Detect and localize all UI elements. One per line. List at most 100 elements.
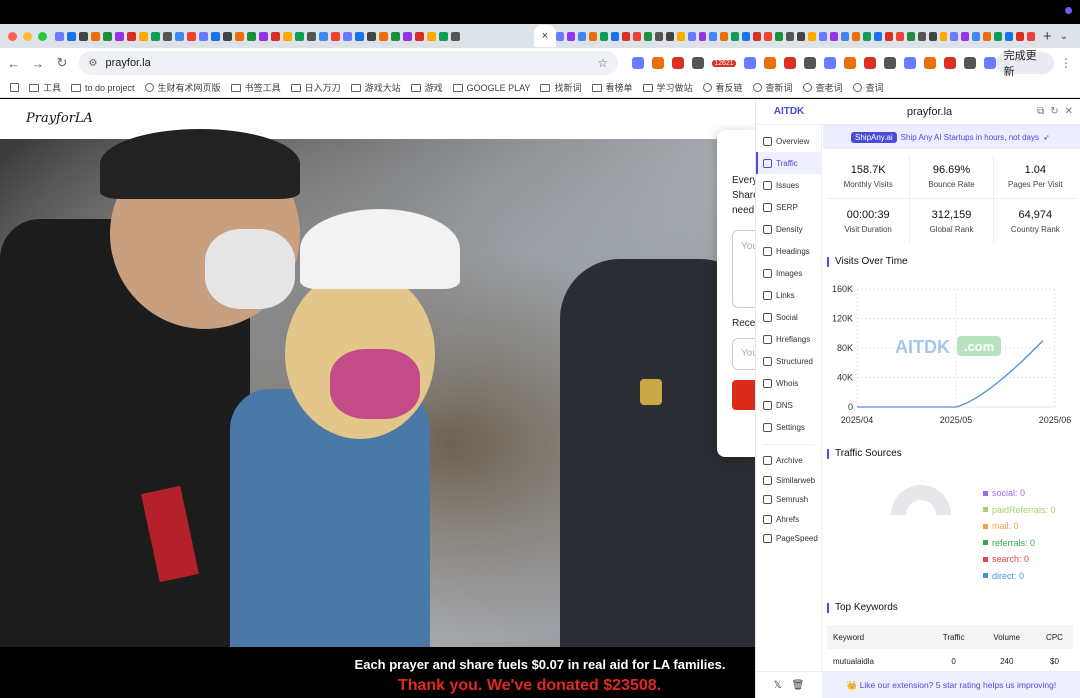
tab-favicon-icon[interactable]	[829, 31, 838, 41]
close-window-button[interactable]	[8, 31, 17, 41]
nav-item-dns[interactable]: DNS	[756, 394, 821, 416]
tab-favicon-icon[interactable]	[753, 31, 762, 41]
tab-favicon-icon[interactable]	[271, 31, 280, 41]
site-logo[interactable]: PrayforLA	[26, 111, 93, 126]
tab-favicon-icon[interactable]	[67, 31, 76, 41]
tab-favicon-icon[interactable]	[259, 31, 268, 41]
tab-search-icon[interactable]: ⌄	[1060, 31, 1068, 42]
tab-favicon-icon[interactable]	[687, 31, 696, 41]
extension-icon[interactable]	[923, 57, 936, 69]
minimize-window-button[interactable]	[23, 31, 32, 41]
x-twitter-icon[interactable]: 𝕏	[774, 680, 782, 691]
tab-favicon-icon[interactable]	[742, 31, 751, 41]
tab-favicon-icon[interactable]	[731, 31, 740, 41]
tab-favicon-icon[interactable]	[127, 31, 136, 41]
tab-favicon-icon[interactable]	[415, 31, 424, 41]
rating-prompt[interactable]: 👑 Like our extension? 5 star rating help…	[822, 671, 1080, 698]
bookmark-item[interactable]: 游戏	[410, 81, 443, 94]
tab-favicon-icon[interactable]	[994, 31, 1003, 41]
nav-item-headings[interactable]: Headings	[756, 240, 821, 262]
extension-icon[interactable]	[843, 57, 856, 69]
tab-favicon-icon[interactable]	[223, 31, 232, 41]
tab-favicon-icon[interactable]	[79, 31, 88, 41]
extension-icon[interactable]	[883, 57, 896, 69]
extension-icon[interactable]	[803, 57, 816, 69]
promo-banner[interactable]: ShipAny.ai Ship Any AI Startups in hours…	[823, 125, 1080, 149]
tab-favicon-icon[interactable]	[917, 31, 926, 41]
tab-favicon-icon[interactable]	[355, 31, 364, 41]
tab-favicon-icon[interactable]	[283, 31, 292, 41]
tab-favicon-icon[interactable]	[199, 31, 208, 41]
tab-favicon-icon[interactable]	[331, 31, 340, 41]
popout-icon[interactable]: ⧉	[1037, 106, 1044, 117]
legend-item[interactable]: paidReferrals: 0	[983, 502, 1056, 519]
extension-icon[interactable]	[863, 57, 876, 69]
tab-favicon-icon[interactable]	[972, 31, 981, 41]
tab-favicon-icon[interactable]	[764, 31, 773, 41]
tab-favicon-icon[interactable]	[632, 31, 641, 41]
tab-favicon-icon[interactable]	[427, 31, 436, 41]
extension-icon[interactable]	[983, 57, 996, 69]
legend-item[interactable]: referrals: 0	[983, 535, 1056, 552]
extension-icon[interactable]	[763, 57, 776, 69]
tab-favicon-icon[interactable]	[187, 31, 196, 41]
bookmark-item[interactable]: 看榜单	[591, 81, 633, 94]
tab-favicon-icon[interactable]	[709, 31, 718, 41]
tab-favicon-icon[interactable]	[665, 31, 674, 41]
tab-favicon-icon[interactable]	[775, 31, 784, 41]
tab-favicon-icon[interactable]	[391, 31, 400, 41]
tab-favicon-icon[interactable]	[786, 31, 795, 41]
nav-item-hreflangs[interactable]: Hreflangs	[756, 328, 821, 350]
tab-favicon-icon[interactable]	[1027, 31, 1035, 41]
forward-icon[interactable]: →	[27, 56, 48, 71]
tab-favicon-icon[interactable]	[840, 31, 849, 41]
extension-icon[interactable]	[783, 57, 796, 69]
extension-icon[interactable]	[672, 57, 685, 69]
bookmark-item[interactable]: 日入万刀	[290, 81, 341, 94]
tab-favicon-icon[interactable]	[895, 31, 904, 41]
tab-favicon-icon[interactable]	[884, 31, 893, 41]
nav-item-overview[interactable]: Overview	[756, 130, 821, 152]
bookmark-item[interactable]: GOOGLE PLAY	[452, 83, 530, 93]
table-row[interactable]: mutualaidla 0 240 $0	[827, 649, 1073, 670]
legend-item[interactable]: search: 0	[983, 551, 1056, 568]
tab-favicon-icon[interactable]	[578, 31, 586, 41]
external-link-similarweb[interactable]: Similarweb	[756, 471, 821, 491]
tab-favicon-icon[interactable]	[175, 31, 184, 41]
tab-favicon-icon[interactable]	[819, 31, 827, 41]
tab-favicon-icon[interactable]	[556, 31, 565, 41]
tab-favicon-icon[interactable]	[643, 31, 652, 41]
tab-favicon-icon[interactable]	[319, 31, 328, 41]
tab-favicon-icon[interactable]	[983, 31, 992, 41]
tab-favicon-icon[interactable]	[1005, 31, 1014, 41]
extension-icon[interactable]	[632, 57, 645, 69]
column-header[interactable]: Volume	[977, 625, 1036, 649]
maximize-window-button[interactable]	[38, 31, 47, 41]
tab-favicon-icon[interactable]	[163, 31, 172, 41]
tab-favicon-icon[interactable]	[961, 31, 970, 41]
bookmark-item[interactable]: 工具	[29, 81, 61, 94]
bookmark-item[interactable]: 生财有术网页版	[144, 81, 221, 94]
legend-item[interactable]: social: 0	[983, 485, 1056, 502]
bookmark-item[interactable]: 查新词	[752, 81, 793, 94]
tab-favicon-icon[interactable]	[906, 31, 915, 41]
back-icon[interactable]: ←	[3, 56, 24, 71]
prayer-textarea[interactable]: You	[732, 230, 757, 308]
nav-item-whois[interactable]: Whois	[756, 372, 821, 394]
external-link-pagespeed[interactable]: PageSpeed	[756, 529, 821, 549]
tab-favicon-icon[interactable]	[307, 31, 316, 41]
nav-item-traffic[interactable]: Traffic	[756, 152, 821, 174]
extension-icon[interactable]	[652, 57, 665, 69]
tab-favicon-icon[interactable]	[808, 31, 817, 41]
extension-icon[interactable]	[743, 57, 756, 69]
tab-favicon-icon[interactable]	[151, 31, 160, 41]
nav-item-density[interactable]: Density	[756, 218, 821, 240]
address-bar[interactable]: ⚙ prayfor.la ☆	[78, 51, 619, 75]
column-header[interactable]: Keyword	[827, 625, 930, 649]
tab-favicon-icon[interactable]	[235, 31, 244, 41]
legend-item[interactable]: direct: 0	[983, 568, 1056, 585]
bookmark-item[interactable]: 游戏大站	[350, 81, 401, 94]
tab-favicon-icon[interactable]	[720, 31, 729, 41]
tab-favicon-icon[interactable]	[567, 31, 576, 41]
tab-favicon-icon[interactable]	[91, 31, 100, 41]
